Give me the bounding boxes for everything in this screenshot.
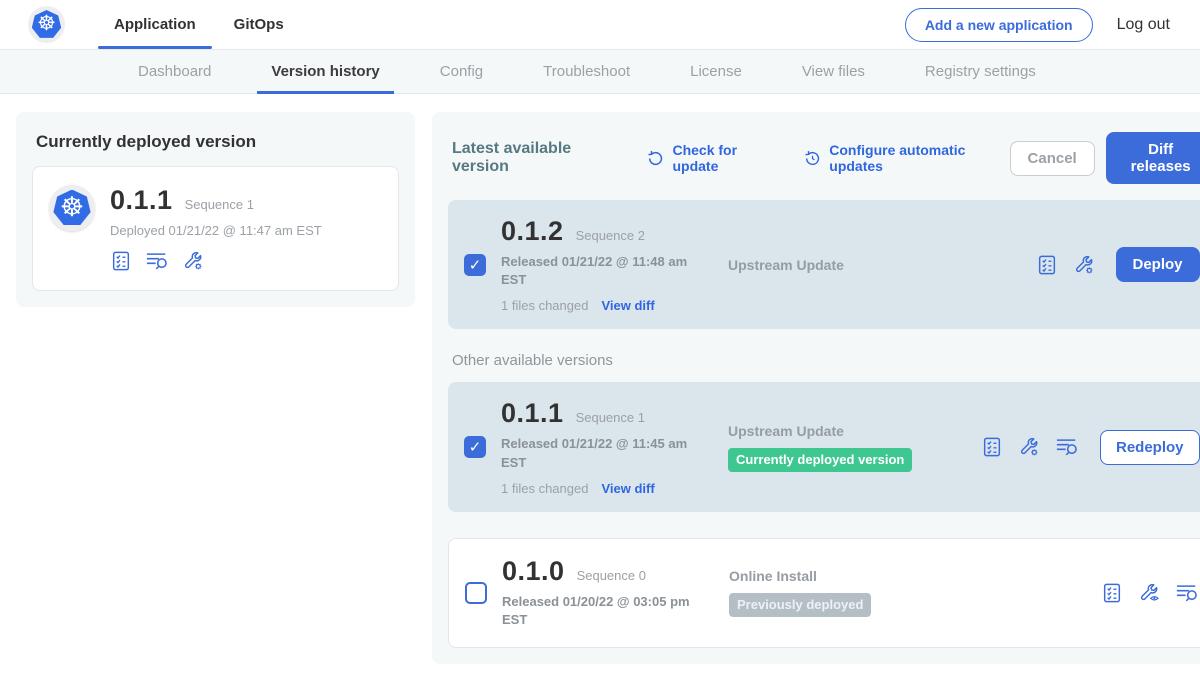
version-number: 0.1.1 bbox=[501, 398, 564, 429]
released-timestamp: Released 01/21/22 @ 11:45 am EST bbox=[501, 435, 691, 471]
tab-application[interactable]: Application bbox=[95, 0, 215, 49]
subnav-item-license[interactable]: License bbox=[690, 50, 742, 93]
preflight-checks-icon[interactable] bbox=[981, 436, 1003, 458]
app-sub-nav: Dashboard Version history Config Trouble… bbox=[0, 50, 1200, 94]
deployed-timestamp: Deployed 01/21/22 @ 11:47 am EST bbox=[110, 223, 322, 238]
latest-available-title: Latest available version bbox=[452, 140, 621, 176]
preflight-checks-icon[interactable] bbox=[1036, 254, 1058, 276]
sequence-label: Sequence 0 bbox=[577, 568, 646, 583]
subnav-item-dashboard[interactable]: Dashboard bbox=[138, 50, 211, 93]
view-config-icon[interactable] bbox=[1138, 582, 1160, 604]
other-versions-title: Other available versions bbox=[452, 352, 1200, 369]
check-for-update-label: Check for update bbox=[672, 142, 778, 174]
currently-deployed-title: Currently deployed version bbox=[36, 132, 399, 152]
files-changed-label: 1 files changed bbox=[501, 481, 588, 496]
view-diff-link[interactable]: View diff bbox=[601, 481, 654, 496]
version-checkbox[interactable]: ✓ bbox=[464, 436, 486, 458]
cancel-button[interactable]: Cancel bbox=[1010, 141, 1095, 176]
diff-releases-button[interactable]: Diff releases bbox=[1106, 132, 1200, 184]
top-tabs: Application GitOps bbox=[95, 0, 303, 49]
redeploy-button[interactable]: Redeploy bbox=[1100, 430, 1200, 465]
deploy-logs-icon[interactable] bbox=[1055, 436, 1079, 458]
version-source-label: Upstream Update bbox=[728, 423, 966, 439]
subnav-item-registry-settings[interactable]: Registry settings bbox=[925, 50, 1036, 93]
version-checkbox[interactable] bbox=[465, 582, 487, 604]
files-changed-label: 1 files changed bbox=[501, 298, 588, 313]
add-new-application-button[interactable]: Add a new application bbox=[905, 8, 1093, 42]
version-checkbox[interactable]: ✓ bbox=[464, 254, 486, 276]
refresh-icon bbox=[646, 149, 665, 168]
tab-gitops[interactable]: GitOps bbox=[215, 0, 303, 49]
latest-version-header: Latest available version Check for updat… bbox=[448, 132, 1200, 184]
sequence-label: Sequence 1 bbox=[576, 410, 645, 425]
deploy-button[interactable]: Deploy bbox=[1116, 247, 1200, 282]
subnav-item-troubleshoot[interactable]: Troubleshoot bbox=[543, 50, 630, 93]
sequence-label: Sequence 2 bbox=[576, 228, 645, 243]
currently-deployed-panel: Currently deployed version ☸ 0.1.1 Seque… bbox=[16, 112, 415, 307]
deployed-version-card: ☸ 0.1.1 Sequence 1 Deployed 01/21/22 @ 1… bbox=[32, 166, 399, 291]
kubernetes-logo: ☸ bbox=[28, 6, 65, 43]
preflight-checks-icon[interactable] bbox=[1101, 582, 1123, 604]
previously-deployed-badge: Previously deployed bbox=[729, 593, 871, 617]
version-number: 0.1.2 bbox=[501, 216, 564, 247]
version-source-label: Upstream Update bbox=[728, 257, 966, 273]
subnav-item-view-files[interactable]: View files bbox=[802, 50, 865, 93]
deployed-version-number: 0.1.1 bbox=[110, 185, 173, 216]
kubernetes-wheel-icon: ☸ bbox=[53, 190, 91, 227]
version-row-0-1-2: ✓ 0.1.2 Sequence 2 Released 01/21/22 @ 1… bbox=[448, 200, 1200, 329]
deploy-logs-icon[interactable] bbox=[1175, 582, 1199, 604]
preflight-checks-icon[interactable] bbox=[110, 250, 132, 272]
configure-automatic-updates-label: Configure automatic updates bbox=[829, 142, 1009, 174]
schedule-update-icon bbox=[803, 149, 822, 168]
view-diff-link[interactable]: View diff bbox=[601, 298, 654, 313]
configure-automatic-updates-link[interactable]: Configure automatic updates bbox=[803, 142, 1009, 174]
version-source-label: Online Install bbox=[729, 568, 967, 584]
app-icon: ☸ bbox=[49, 185, 95, 231]
version-row-0-1-1: ✓ 0.1.1 Sequence 1 Released 01/21/22 @ 1… bbox=[448, 382, 1200, 511]
edit-config-icon[interactable] bbox=[1018, 436, 1040, 458]
subnav-item-version-history[interactable]: Version history bbox=[271, 50, 379, 93]
deployed-sequence-label: Sequence 1 bbox=[185, 197, 254, 212]
edit-config-icon[interactable] bbox=[182, 250, 204, 272]
version-history-page: Currently deployed version ☸ 0.1.1 Seque… bbox=[0, 94, 1200, 682]
version-row-0-1-0: 0.1.0 Sequence 0 Released 01/20/22 @ 03:… bbox=[448, 538, 1200, 648]
currently-deployed-badge: Currently deployed version bbox=[728, 448, 912, 472]
logout-link[interactable]: Log out bbox=[1117, 16, 1170, 34]
check-for-update-link[interactable]: Check for update bbox=[646, 142, 778, 174]
edit-config-icon[interactable] bbox=[1073, 254, 1095, 276]
top-nav-bar: ☸ Application GitOps Add a new applicati… bbox=[0, 0, 1200, 50]
available-versions-panel: Latest available version Check for updat… bbox=[432, 112, 1200, 664]
kubernetes-wheel-icon: ☸ bbox=[32, 10, 62, 39]
deploy-logs-icon[interactable] bbox=[145, 250, 169, 272]
released-timestamp: Released 01/21/22 @ 11:48 am EST bbox=[501, 253, 691, 289]
version-number: 0.1.0 bbox=[502, 556, 565, 587]
subnav-item-config[interactable]: Config bbox=[440, 50, 483, 93]
released-timestamp: Released 01/20/22 @ 03:05 pm EST bbox=[502, 593, 692, 629]
